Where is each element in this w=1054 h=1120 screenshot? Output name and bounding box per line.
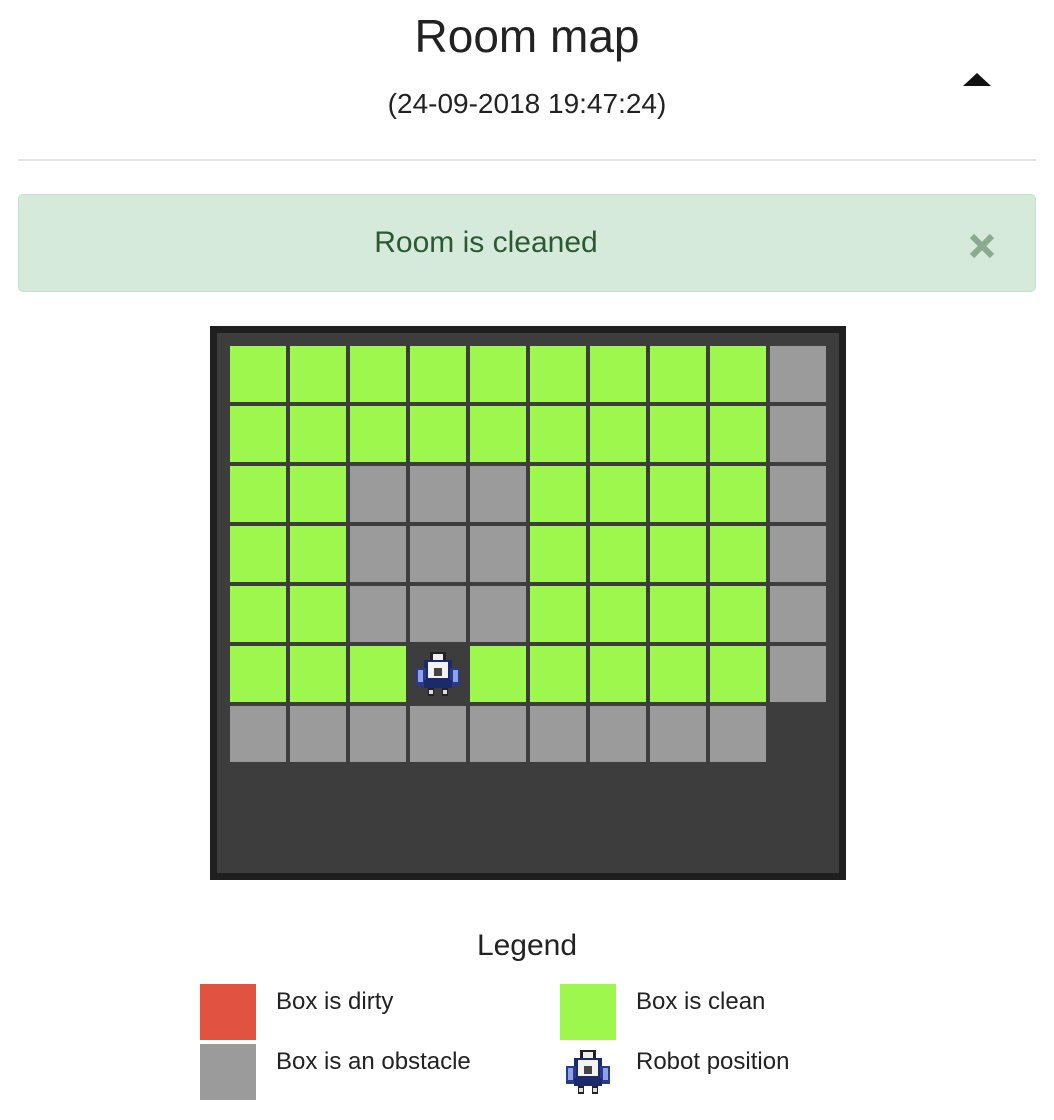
map-cell-obstacle: [590, 706, 646, 762]
map-cell-clean: [710, 526, 766, 582]
map-cell-obstacle: [350, 466, 406, 522]
map-cell-obstacle: [410, 526, 466, 582]
legend-label-dirty: Box is dirty: [276, 988, 394, 1015]
map-cell-obstacle: [470, 526, 526, 582]
map-cell-clean: [530, 646, 586, 702]
legend-swatch-clean: [560, 984, 616, 1040]
map-cell-clean: [710, 586, 766, 642]
map-cell-clean: [470, 646, 526, 702]
legend-title: Legend: [476, 929, 578, 962]
map-cell-obstacle: [770, 526, 826, 582]
legend-swatch-obstacle: [200, 1044, 256, 1100]
map-cell-clean: [350, 646, 406, 702]
map-cell-obstacle: [470, 466, 526, 522]
map-cell-obstacle: [770, 646, 826, 702]
map-cell-obstacle: [410, 466, 466, 522]
legend-label-obstacle: Box is an obstacle: [276, 1048, 471, 1075]
map-cell-clean: [590, 406, 646, 462]
room-map-header: Room map (24-09-2018 19:47:24): [0, 0, 1054, 161]
legend-swatch-robot: [560, 1044, 616, 1100]
map-cell-clean: [290, 526, 346, 582]
legend-swatch-dirty: [200, 984, 256, 1040]
map-cell-clean: [650, 466, 706, 522]
map-cell-clean: [710, 646, 766, 702]
caret-up-icon: [963, 73, 991, 86]
map-timestamp: (24-09-2018 19:47:24): [387, 88, 667, 119]
map-cell-clean: [710, 466, 766, 522]
map-cell-clean: [590, 346, 646, 402]
robot-icon: [566, 1050, 610, 1094]
map-cell-clean: [410, 346, 466, 402]
map-cell-empty: [770, 706, 826, 762]
map-cell-clean: [350, 406, 406, 462]
map-cell-clean: [530, 346, 586, 402]
map-cell-clean: [590, 646, 646, 702]
alert-message: Room is cleaned: [374, 226, 598, 259]
map-cell-clean: [350, 346, 406, 402]
map-cell-clean: [290, 646, 346, 702]
map-cell-clean: [290, 466, 346, 522]
map-cell-obstacle: [290, 706, 346, 762]
map-cell-clean: [710, 346, 766, 402]
collapse-button[interactable]: [954, 62, 1000, 98]
robot-icon: [416, 652, 460, 696]
map-cell-clean: [650, 646, 706, 702]
map-cell-clean: [290, 346, 346, 402]
close-icon: [969, 233, 995, 259]
alert-close-button[interactable]: [965, 229, 999, 263]
room-map-page: Room map (24-09-2018 19:47:24) Room is c…: [0, 0, 1054, 1120]
map-cell-clean: [470, 406, 526, 462]
map-cell-clean: [530, 586, 586, 642]
map-cell-clean: [410, 406, 466, 462]
map-cell-robot: [410, 646, 466, 702]
map-cell-obstacle: [530, 706, 586, 762]
status-alert: Room is cleaned: [18, 194, 1036, 292]
map-cell-obstacle: [650, 706, 706, 762]
legend-label-clean: Box is clean: [636, 988, 766, 1015]
map-cell-clean: [230, 646, 286, 702]
map-cell-obstacle: [350, 586, 406, 642]
map-cell-clean: [230, 466, 286, 522]
page-title: Room map: [414, 10, 640, 62]
map-cell-clean: [230, 406, 286, 462]
map-cell-clean: [530, 466, 586, 522]
room-map-grid: [210, 326, 846, 880]
map-cell-clean: [590, 586, 646, 642]
map-cell-obstacle: [770, 406, 826, 462]
map-cell-clean: [290, 586, 346, 642]
map-cell-obstacle: [410, 706, 466, 762]
map-cell-obstacle: [350, 526, 406, 582]
map-cell-clean: [650, 406, 706, 462]
map-cell-clean: [650, 346, 706, 402]
map-cell-obstacle: [410, 586, 466, 642]
map-cell-clean: [470, 346, 526, 402]
map-cell-obstacle: [230, 706, 286, 762]
map-cell-obstacle: [710, 706, 766, 762]
map-cell-obstacle: [770, 346, 826, 402]
map-cell-clean: [290, 406, 346, 462]
map-cell-obstacle: [350, 706, 406, 762]
map-cell-clean: [590, 526, 646, 582]
map-cell-clean: [530, 406, 586, 462]
map-cell-clean: [230, 526, 286, 582]
map-cell-clean: [530, 526, 586, 582]
map-cell-clean: [230, 346, 286, 402]
legend-label-robot: Robot position: [636, 1048, 790, 1075]
map-cell-clean: [650, 586, 706, 642]
map-cell-clean: [230, 586, 286, 642]
map-cell-clean: [650, 526, 706, 582]
map-cell-obstacle: [770, 466, 826, 522]
map-cell-obstacle: [470, 706, 526, 762]
map-cell-obstacle: [470, 586, 526, 642]
map-cell-obstacle: [770, 586, 826, 642]
map-cell-clean: [710, 406, 766, 462]
map-cell-clean: [590, 466, 646, 522]
header-divider: [18, 159, 1036, 161]
